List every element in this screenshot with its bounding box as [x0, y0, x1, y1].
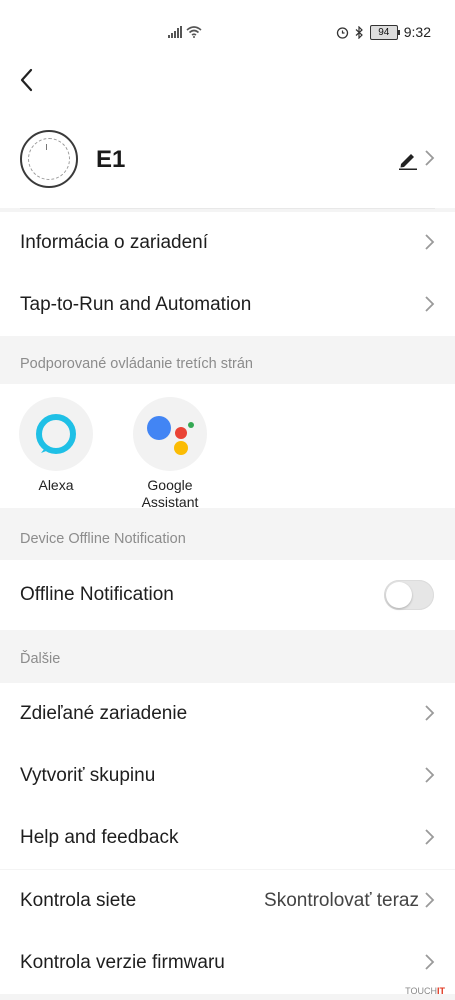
nav-bar — [0, 66, 455, 126]
offline-notification-toggle[interactable] — [384, 580, 434, 610]
row-offline-notification: Offline Notification — [0, 560, 455, 630]
watermark-suffix: IT — [437, 986, 445, 996]
label-line: Assistant — [141, 494, 199, 510]
status-right: 94 9:32 — [336, 24, 431, 40]
watermark: TOUCHIT — [405, 986, 445, 996]
chevron-right-icon — [425, 150, 435, 166]
third-party-panel: Alexa Google Assistant — [0, 384, 455, 511]
bluetooth-icon — [355, 25, 363, 39]
google-assistant-item[interactable]: Google Assistant — [132, 397, 208, 511]
network-indicators — [168, 26, 202, 38]
network-check-value: Skontrolovať teraz — [264, 890, 419, 911]
row-label: Kontrola verzie firmwaru — [20, 952, 225, 973]
chevron-right-icon — [425, 705, 435, 721]
row-label: Kontrola siete — [20, 890, 137, 911]
google-assistant-icon — [133, 397, 207, 471]
row-help-feedback[interactable]: Help and feedback — [0, 807, 455, 869]
robot-vacuum-image — [20, 130, 78, 188]
alexa-item[interactable]: Alexa — [18, 397, 94, 494]
row-device-info[interactable]: Informácia o zariadení — [0, 212, 455, 274]
divider — [20, 208, 435, 209]
row-firmware-check[interactable]: Kontrola verzie firmwaru — [0, 932, 455, 994]
back-arrow-icon[interactable] — [16, 66, 46, 96]
alexa-icon — [19, 397, 93, 471]
status-bar: 94 9:32 — [0, 0, 455, 66]
device-header[interactable]: E1 — [0, 126, 455, 209]
chevron-right-icon — [425, 954, 435, 970]
signal-icon — [168, 26, 182, 38]
chevron-right-icon — [425, 767, 435, 783]
alarm-icon — [336, 26, 348, 39]
chevron-right-icon — [425, 296, 435, 312]
battery-icon: 94 — [369, 24, 400, 40]
chevron-right-icon — [425, 234, 435, 250]
row-label: Help and feedback — [20, 827, 179, 848]
section-title-offline: Device Offline Notification — [20, 531, 186, 547]
clock: 9:32 — [403, 24, 431, 40]
google-assistant-label: Google Assistant — [132, 477, 208, 511]
section-title-third-party: Podporované ovládanie tretích strán — [20, 356, 253, 372]
chevron-right-icon — [425, 892, 435, 908]
row-network-check[interactable]: Kontrola siete Skontrolovať teraz — [0, 870, 455, 932]
label-line: Google — [147, 477, 193, 493]
section-title-more: Ďalšie — [20, 651, 61, 667]
watermark-prefix: TOUCH — [405, 986, 437, 996]
row-tap-to-run[interactable]: Tap-to-Run and Automation — [0, 274, 455, 336]
edit-pencil-icon[interactable] — [397, 148, 419, 170]
device-name: E1 — [96, 146, 126, 173]
wifi-icon — [186, 26, 202, 38]
alexa-label: Alexa — [38, 477, 74, 493]
row-label: Zdieľané zariadenie — [20, 703, 188, 724]
row-label: Offline Notification — [20, 584, 174, 605]
row-create-group[interactable]: Vytvoriť skupinu — [0, 745, 455, 807]
row-label: Informácia o zariadení — [20, 232, 208, 253]
row-shared-device[interactable]: Zdieľané zariadenie — [0, 683, 455, 745]
toggle-knob — [386, 582, 412, 608]
row-label: Tap-to-Run and Automation — [20, 294, 252, 315]
row-label: Vytvoriť skupinu — [20, 765, 156, 786]
chevron-right-icon — [425, 829, 435, 845]
